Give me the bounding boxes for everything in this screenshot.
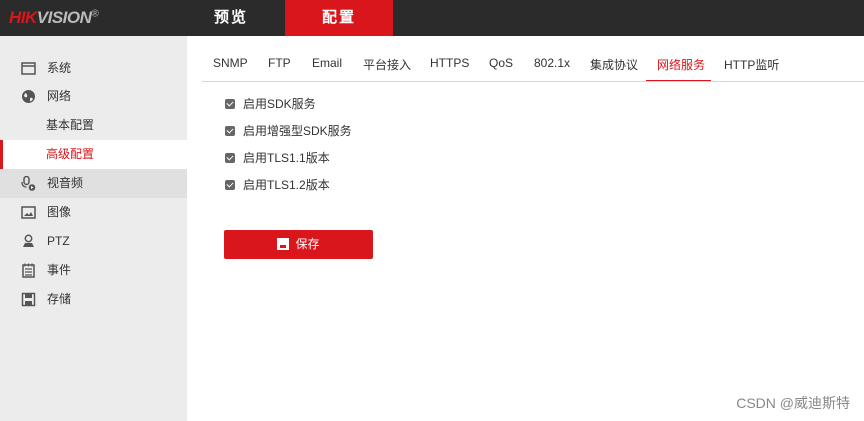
hikvision-logo: HIKVISION® <box>9 8 99 27</box>
globe-icon <box>22 90 35 103</box>
sidebar-item-video-audio[interactable]: 视音频 <box>0 169 187 198</box>
calendar-icon <box>22 263 35 278</box>
tab-qos[interactable]: QoS <box>489 56 513 82</box>
tab-https[interactable]: HTTPS <box>430 56 469 82</box>
nav-config[interactable]: 配置 <box>285 0 393 36</box>
tab-snmp[interactable]: SNMP <box>213 56 248 82</box>
tab-8021x[interactable]: 802.1x <box>534 56 570 82</box>
sidebar-item-network[interactable]: 网络 <box>0 82 187 111</box>
sidebar-item-basic-config[interactable]: 基本配置 <box>0 111 187 140</box>
sidebar-item-event[interactable]: 事件 <box>0 256 187 285</box>
tab-http-listen[interactable]: HTTP监听 <box>724 56 779 82</box>
save-button[interactable]: 保存 <box>224 230 373 259</box>
watermark: CSDN @威迪斯特 <box>736 395 850 411</box>
sidebar-item-system[interactable]: 系统 <box>0 54 187 83</box>
tab-integration-protocol[interactable]: 集成协议 <box>590 56 638 82</box>
nav-preview[interactable]: 预览 <box>177 0 285 36</box>
tab-email[interactable]: Email <box>312 56 342 82</box>
save-icon <box>277 238 290 250</box>
ptz-icon <box>23 234 34 247</box>
tab-divider <box>202 81 864 82</box>
checkbox-checked-icon[interactable] <box>225 180 235 190</box>
top-bar: HIKVISION® 预览 配置 <box>0 0 864 36</box>
sidebar-item-storage[interactable]: 存储 <box>0 285 187 314</box>
tab-platform-access[interactable]: 平台接入 <box>363 56 411 82</box>
floppy-icon <box>21 292 36 307</box>
checkbox-checked-icon[interactable] <box>225 126 235 136</box>
mic-icon <box>21 176 36 191</box>
sidebar-item-advanced-config[interactable]: 高级配置 <box>0 140 187 169</box>
tab-network-service[interactable]: 网络服务 <box>646 56 711 82</box>
checkbox-checked-icon[interactable] <box>225 153 235 163</box>
tab-ftp[interactable]: FTP <box>268 56 291 82</box>
image-icon <box>21 206 36 219</box>
sidebar: 系统 网络 基本配置 高级配置 视音频 图像 PTZ 事件 存储 <box>0 36 187 421</box>
checkbox-checked-icon[interactable] <box>225 99 235 109</box>
sidebar-item-ptz[interactable]: PTZ <box>0 227 187 256</box>
sidebar-item-image[interactable]: 图像 <box>0 198 187 227</box>
window-icon <box>21 62 36 75</box>
